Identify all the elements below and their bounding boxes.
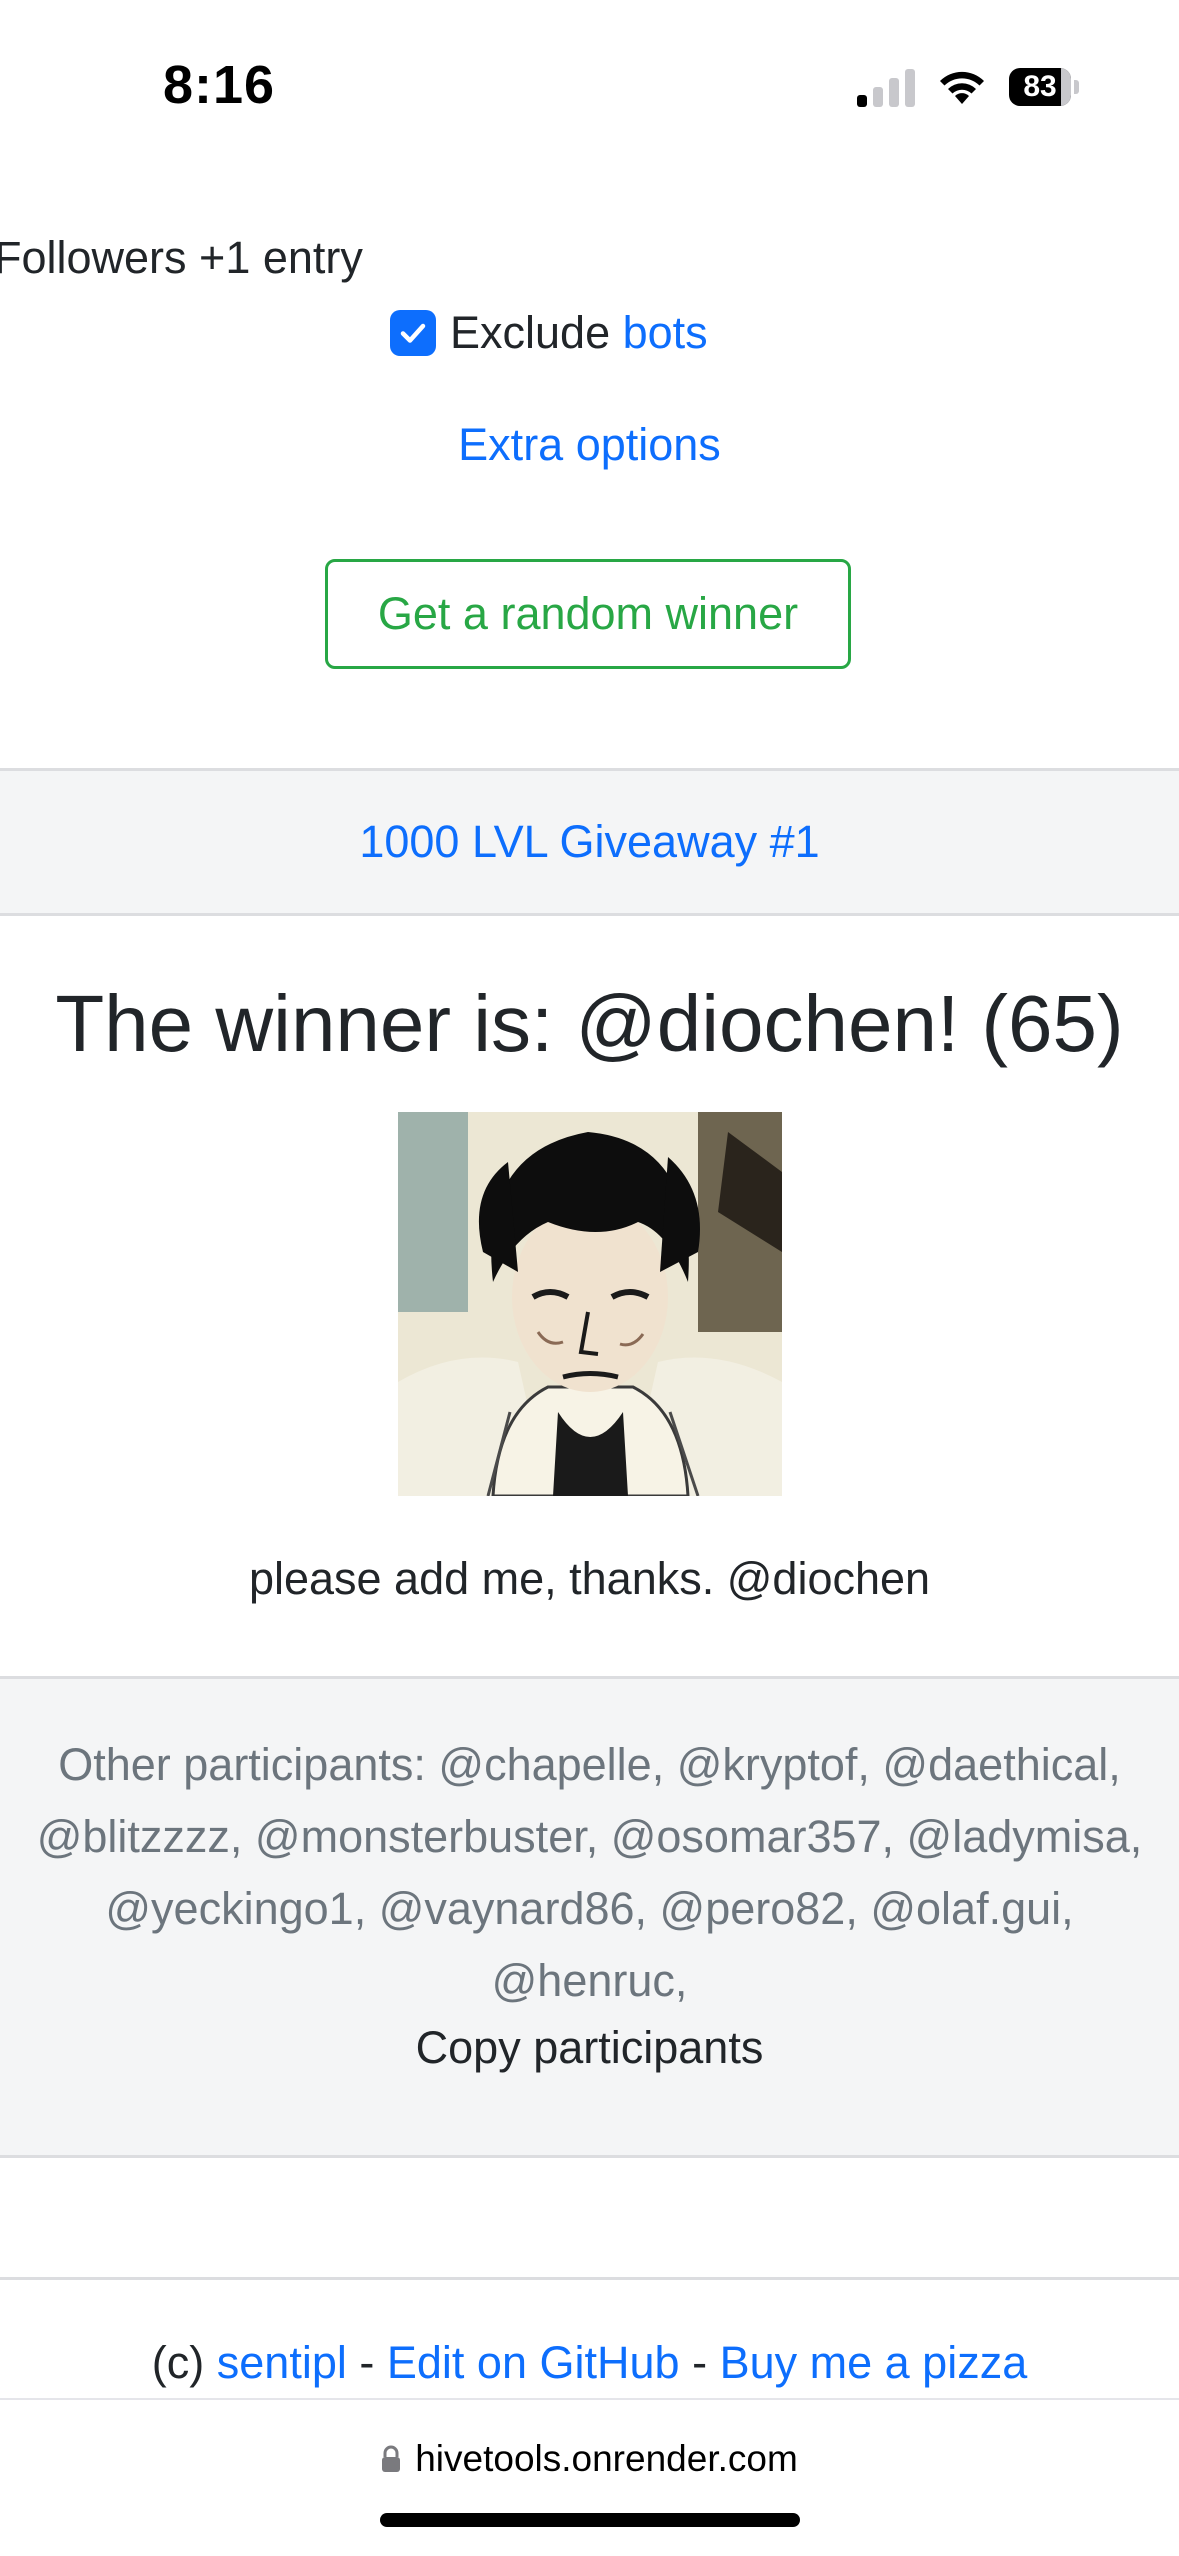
battery-level: 83 <box>1023 70 1057 103</box>
address-bar[interactable]: hivetools.onrender.com <box>0 2438 1179 2480</box>
footer-separator: - <box>359 2337 375 2388</box>
footer-divider <box>0 2277 1179 2280</box>
other-participants-text: Other participants: @chapelle, @kryptof,… <box>36 1739 1143 2006</box>
copy-participants-button[interactable]: Copy participants <box>0 2022 1179 2074</box>
status-icons: 83 <box>857 62 1079 112</box>
exclude-label: Exclude <box>450 307 611 358</box>
footer-separator: - <box>692 2337 708 2388</box>
winner-heading: The winner is: @diochen! (65) <box>55 979 1124 1068</box>
home-indicator[interactable] <box>380 2513 800 2527</box>
get-random-winner-button[interactable]: Get a random winner <box>325 559 851 669</box>
checkmark-icon <box>400 323 426 343</box>
status-bar: 8:16 83 <box>0 0 1179 170</box>
buy-me-a-pizza-link[interactable]: Buy me a pizza <box>720 2337 1028 2388</box>
wifi-icon <box>940 71 984 104</box>
status-time: 8:16 <box>163 55 276 115</box>
giveaway-title-band: 1000 LVL Giveaway #1 <box>0 768 1179 916</box>
followers-entry-text: Followers +1 entry <box>0 232 363 283</box>
participants-band: Other participants: @chapelle, @kryptof,… <box>0 1676 1179 2158</box>
browser-bottom-bar: hivetools.onrender.com <box>0 2398 1179 2556</box>
battery-icon: 83 <box>1009 68 1079 106</box>
winner-comment: please add me, thanks. @diochen <box>248 1553 931 1604</box>
bots-link[interactable]: bots <box>623 307 708 359</box>
lock-icon <box>382 2445 401 2472</box>
url-text: hivetools.onrender.com <box>415 2438 798 2479</box>
edit-on-github-link[interactable]: Edit on GitHub <box>387 2337 680 2388</box>
giveaway-title-link[interactable]: 1000 LVL Giveaway #1 <box>359 816 819 868</box>
exclude-bots-row: Exclude bots <box>390 300 708 366</box>
footer: (c) sentipl - Edit on GitHub - Buy me a … <box>0 2337 1179 2389</box>
author-link[interactable]: sentipl <box>217 2337 347 2388</box>
cellular-signal-icon <box>857 67 915 107</box>
copyright-prefix: (c) <box>151 2337 205 2388</box>
winner-avatar <box>398 1112 782 1496</box>
page: 8:16 83 Followers +1 entry Exclude bots … <box>0 0 1179 2556</box>
extra-options-link[interactable]: Extra options <box>0 419 1179 471</box>
exclude-bots-checkbox[interactable] <box>390 310 436 356</box>
